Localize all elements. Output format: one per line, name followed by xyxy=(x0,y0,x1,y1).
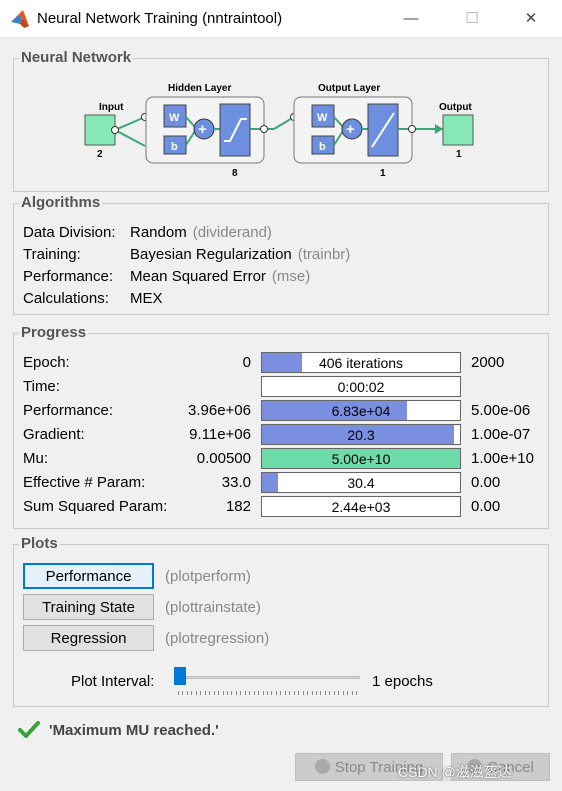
maximize-icon[interactable]: ☐ xyxy=(462,9,482,29)
slider-tick xyxy=(293,691,295,695)
slider-tick xyxy=(289,691,291,695)
slider-tick xyxy=(244,691,246,695)
slider-tick xyxy=(338,691,340,695)
training-state-plot-button[interactable]: Training State xyxy=(23,594,154,620)
slider-tick xyxy=(271,691,273,695)
slider-tick xyxy=(307,691,309,695)
slider-tick xyxy=(253,691,255,695)
input-label: Input xyxy=(99,102,124,113)
regression-plot-button[interactable]: Regression xyxy=(23,625,154,651)
training-state-plot-function: (plottrainstate) xyxy=(165,599,261,616)
section-title-algorithms: Algorithms xyxy=(19,194,103,211)
close-icon[interactable]: ✕ xyxy=(521,9,541,29)
slider-tick xyxy=(275,691,277,695)
slider-tick xyxy=(231,691,233,695)
input-node xyxy=(84,114,116,146)
slider-ticks xyxy=(178,691,357,696)
slider-tick xyxy=(209,691,211,695)
svg-text:+: + xyxy=(346,121,355,138)
slider-tick xyxy=(284,691,286,695)
slider-tick xyxy=(320,691,322,695)
slider-tick xyxy=(182,691,184,695)
section-title-plots: Plots xyxy=(19,535,60,552)
progress-bar-performance: 6.83e+04 xyxy=(261,400,461,421)
output-node xyxy=(442,114,474,146)
performance-plot-function: (plotperform) xyxy=(165,568,251,585)
slider-tick xyxy=(195,691,197,695)
stop-icon xyxy=(314,758,330,774)
title-bar: Neural Network Training (nntraintool) — … xyxy=(0,0,562,38)
svg-text:+: + xyxy=(198,121,207,138)
section-title-progress: Progress xyxy=(19,324,89,341)
svg-text:b: b xyxy=(171,141,178,153)
checkmark-icon xyxy=(18,721,40,738)
plots-panel: Plots Performance (plotperform) Training… xyxy=(13,535,549,707)
progress-bar-effective-param: 30.4 xyxy=(261,472,461,493)
slider-tick xyxy=(280,691,282,695)
network-diagram: Input 2 Hidden Layer W b + 8 Output Laye… xyxy=(84,83,474,179)
slider-tick xyxy=(218,691,220,695)
slider-tick xyxy=(191,691,193,695)
input-size: 2 xyxy=(97,149,103,160)
watermark: CSDN @滋滋盔达 xyxy=(398,764,512,780)
slider-tick xyxy=(204,691,206,695)
performance-plot-button[interactable]: Performance xyxy=(23,563,154,589)
slider-tick xyxy=(262,691,264,695)
slider-tick xyxy=(222,691,224,695)
progress-bar-sum-squared-param: 2.44e+03 xyxy=(261,496,461,517)
slider-tick xyxy=(311,691,313,695)
svg-text:W: W xyxy=(317,112,328,124)
slider-tick xyxy=(240,691,242,695)
slider-tick xyxy=(324,691,326,695)
output-layer-size: 1 xyxy=(380,168,386,179)
progress-bar-epoch: 406 iterations xyxy=(261,352,461,373)
output-layer-label: Output Layer xyxy=(318,83,380,94)
status-message: 'Maximum MU reached.' xyxy=(49,722,219,739)
svg-text:W: W xyxy=(169,112,180,124)
window-title: Neural Network Training (nntraintool) xyxy=(37,10,283,27)
slider-tick xyxy=(258,691,260,695)
progress-panel: Progress Epoch: 0 406 iterations 2000 Ti… xyxy=(13,324,549,529)
slider-track xyxy=(174,676,360,679)
plot-interval-value: 1 epochs xyxy=(372,673,433,690)
output-label: Output xyxy=(439,102,472,113)
slider-thumb[interactable] xyxy=(174,667,186,685)
slider-tick xyxy=(329,691,331,695)
slider-tick xyxy=(235,691,237,695)
progress-bar-time: 0:00:02 xyxy=(261,376,461,397)
plot-interval-slider[interactable] xyxy=(174,667,360,699)
slider-tick xyxy=(356,691,357,695)
slider-tick xyxy=(298,691,300,695)
slider-tick xyxy=(200,691,202,695)
slider-tick xyxy=(267,691,268,695)
slider-tick xyxy=(302,691,304,695)
slider-tick xyxy=(351,691,353,695)
slider-tick xyxy=(178,691,179,695)
slider-tick xyxy=(347,691,349,695)
slider-tick xyxy=(213,691,215,695)
neural-network-panel: Neural Network Input 2 Hidden Layer W b … xyxy=(13,49,549,192)
slider-tick xyxy=(249,691,251,695)
slider-tick xyxy=(333,691,335,695)
progress-bar-mu: 5.00e+10 xyxy=(261,448,461,469)
slider-tick xyxy=(226,691,228,695)
progress-bar-gradient: 20.3 xyxy=(261,424,461,445)
matlab-logo-icon xyxy=(11,10,29,28)
algorithms-panel: Algorithms Data Division: Random (divider… xyxy=(13,194,549,315)
hidden-layer-label: Hidden Layer xyxy=(168,83,231,94)
slider-tick xyxy=(342,691,344,695)
slider-tick xyxy=(315,691,317,695)
output-size: 1 xyxy=(456,149,462,160)
minimize-icon[interactable]: — xyxy=(401,9,421,29)
slider-tick xyxy=(186,691,188,695)
regression-plot-function: (plotregression) xyxy=(165,630,270,647)
svg-text:b: b xyxy=(319,141,326,153)
plot-interval-label: Plot Interval: xyxy=(71,673,155,690)
hidden-layer-size: 8 xyxy=(232,168,238,179)
